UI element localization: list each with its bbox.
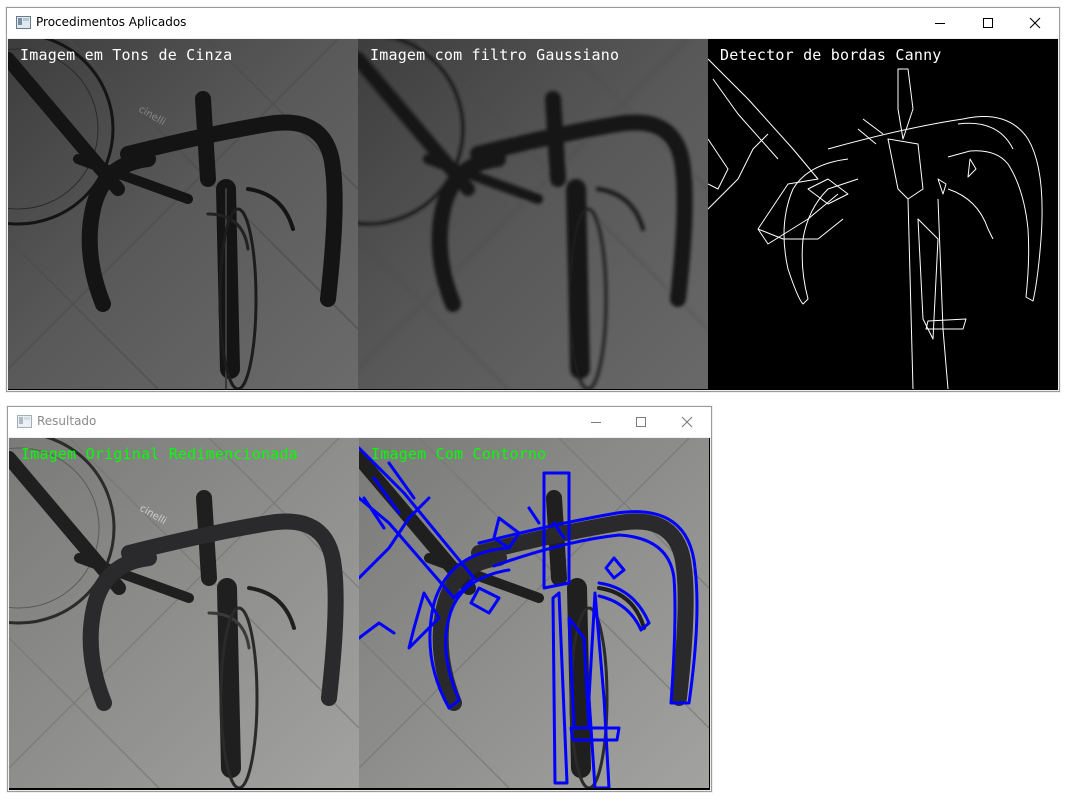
window-title: Resultado bbox=[37, 414, 97, 428]
image-canvas: cinelli Imagem em Tons de Cinza Imagem c… bbox=[8, 39, 1058, 390]
procedimentos-window[interactable]: Procedimentos Aplicados cinelli Imagem e… bbox=[6, 7, 1060, 392]
contour-bike-image bbox=[359, 438, 709, 788]
maximize-icon bbox=[636, 417, 646, 427]
close-icon bbox=[1029, 17, 1041, 29]
maximize-button[interactable] bbox=[618, 407, 664, 437]
contour-label: Imagem Com Contorno bbox=[371, 445, 547, 463]
canny-image-panel: Detector de bordas Canny bbox=[708, 39, 1058, 389]
title-bar[interactable]: Resultado bbox=[8, 407, 711, 437]
app-window-icon bbox=[16, 16, 31, 29]
maximize-button[interactable] bbox=[965, 8, 1011, 38]
grayscale-bike-image: cinelli bbox=[8, 39, 358, 389]
minimize-icon bbox=[591, 422, 601, 423]
app-window-icon bbox=[17, 415, 32, 428]
close-icon bbox=[681, 416, 693, 428]
gaussian-image-panel: Imagem com filtro Gaussiano bbox=[358, 39, 708, 389]
gaussian-label: Imagem com filtro Gaussiano bbox=[370, 46, 620, 64]
contour-image-panel: Imagem Com Contorno bbox=[359, 438, 709, 788]
close-button[interactable] bbox=[664, 407, 710, 437]
window-title: Procedimentos Aplicados bbox=[36, 15, 187, 29]
original-label: Imagem Original Redimencionada bbox=[21, 445, 298, 463]
canny-edges-image bbox=[708, 39, 1058, 389]
image-canvas: cinelli Imagem Original Redimencionada I… bbox=[9, 438, 710, 790]
maximize-icon bbox=[983, 18, 993, 28]
gaussian-bike-image bbox=[358, 39, 708, 389]
minimize-button[interactable] bbox=[573, 407, 619, 437]
grayscale-image-panel: cinelli Imagem em Tons de Cinza bbox=[8, 39, 358, 389]
canny-label: Detector de bordas Canny bbox=[720, 46, 942, 64]
minimize-icon bbox=[935, 23, 945, 24]
title-bar[interactable]: Procedimentos Aplicados bbox=[7, 8, 1059, 38]
resultado-window[interactable]: Resultado cinelli Imagem Original Redime… bbox=[7, 406, 712, 792]
original-bike-image: cinelli bbox=[9, 438, 359, 788]
close-button[interactable] bbox=[1012, 8, 1058, 38]
minimize-button[interactable] bbox=[917, 8, 963, 38]
original-image-panel: cinelli Imagem Original Redimencionada bbox=[9, 438, 359, 788]
grayscale-label: Imagem em Tons de Cinza bbox=[20, 46, 233, 64]
